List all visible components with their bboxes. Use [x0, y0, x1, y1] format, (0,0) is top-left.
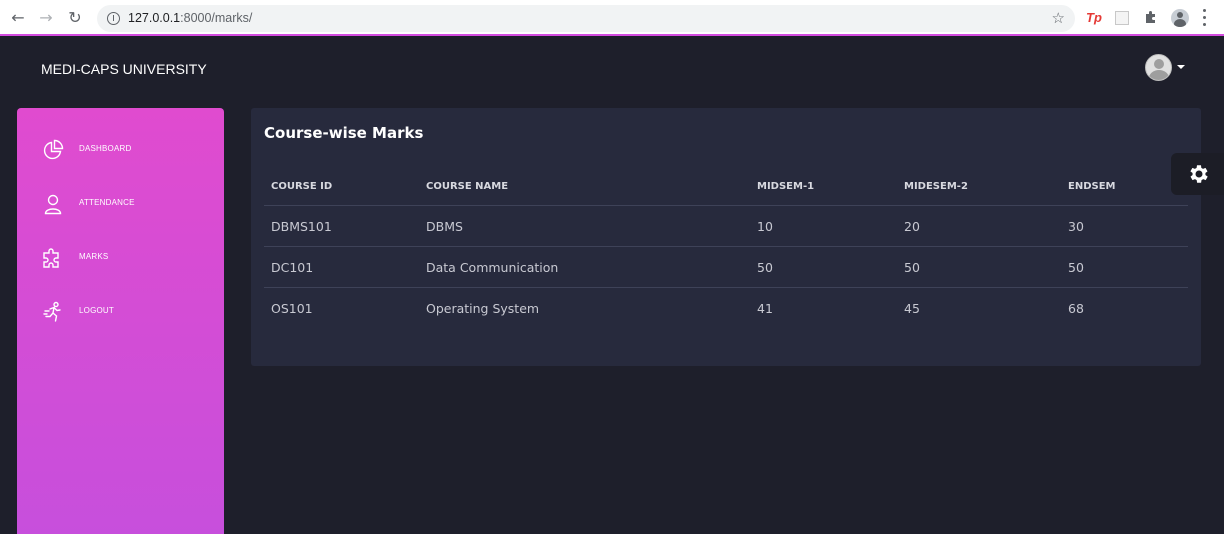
- sidebar-item-marks[interactable]: MARKS: [17, 247, 224, 277]
- column-header: MIDSEM-1: [757, 181, 815, 192]
- browser-menu-icon[interactable]: [1203, 9, 1207, 27]
- sidebar-item-label: ATTENDANCE: [79, 198, 135, 207]
- tp-extension-icon[interactable]: Tp: [1086, 9, 1102, 27]
- pie-chart-icon: [42, 139, 64, 161]
- address-bar[interactable]: 127.0.0.1:8000/marks/ ☆: [97, 5, 1075, 32]
- column-header: COURSE ID: [271, 181, 333, 192]
- user-icon: [42, 193, 64, 215]
- table-cell: 41: [757, 301, 773, 316]
- marks-card: Course-wise Marks COURSE ID COURSE NAME …: [251, 108, 1201, 366]
- table-cell: 45: [904, 301, 920, 316]
- sidebar-item-logout[interactable]: LOGOUT: [17, 301, 224, 331]
- column-header: COURSE NAME: [426, 181, 509, 192]
- brand-title[interactable]: MEDI-CAPS UNIVERSITY: [41, 61, 207, 77]
- table-cell: Data Communication: [426, 260, 559, 275]
- back-arrow-icon[interactable]: ←: [8, 8, 28, 28]
- table-cell: 20: [904, 219, 920, 234]
- table-cell: 50: [757, 260, 773, 275]
- sidebar-item-label: LOGOUT: [79, 306, 114, 315]
- table-row: OS101 Operating System 41 45 68: [264, 287, 1188, 328]
- bookmark-star-icon[interactable]: ☆: [1052, 9, 1065, 27]
- gear-icon: [1190, 165, 1208, 183]
- running-man-icon: [42, 301, 64, 323]
- column-header: MIDESEM-2: [904, 181, 968, 192]
- sidebar: DASHBOARD ATTENDANCE MARKS LOGOUT: [17, 108, 224, 534]
- chevron-down-icon[interactable]: [1177, 65, 1185, 69]
- sidebar-item-dashboard[interactable]: DASHBOARD: [17, 139, 224, 169]
- table-row: DBMS101 DBMS 10 20 30: [264, 205, 1188, 246]
- table-cell: OS101: [271, 301, 313, 316]
- table-cell: 30: [1068, 219, 1084, 234]
- forward-arrow-icon[interactable]: →: [36, 8, 56, 28]
- reload-icon[interactable]: ↻: [65, 8, 85, 28]
- sidebar-item-label: DASHBOARD: [79, 144, 132, 153]
- extensions-puzzle-icon[interactable]: [1143, 9, 1159, 27]
- table-cell: DBMS: [426, 219, 463, 234]
- user-avatar[interactable]: [1145, 54, 1172, 81]
- table-cell: DC101: [271, 260, 314, 275]
- url-text[interactable]: 127.0.0.1:8000/marks/: [128, 11, 252, 25]
- column-header: ENDSEM: [1068, 181, 1116, 192]
- table-cell: 10: [757, 219, 773, 234]
- sidebar-item-attendance[interactable]: ATTENDANCE: [17, 193, 224, 223]
- profile-avatar-icon[interactable]: [1171, 9, 1189, 27]
- info-icon[interactable]: [107, 12, 120, 25]
- puzzle-icon: [42, 247, 64, 269]
- extension-icon[interactable]: [1115, 11, 1129, 25]
- browser-toolbar: ← → ↻ 127.0.0.1:8000/marks/ ☆ Tp: [0, 0, 1224, 36]
- table-cell: 68: [1068, 301, 1084, 316]
- table-cell: 50: [1068, 260, 1084, 275]
- table-cell: 50: [904, 260, 920, 275]
- page-title: Course-wise Marks: [264, 124, 424, 142]
- table-row: DC101 Data Communication 50 50 50: [264, 246, 1188, 287]
- settings-button[interactable]: [1171, 153, 1224, 195]
- table-cell: DBMS101: [271, 219, 332, 234]
- table-cell: Operating System: [426, 301, 540, 316]
- sidebar-item-label: MARKS: [79, 252, 109, 261]
